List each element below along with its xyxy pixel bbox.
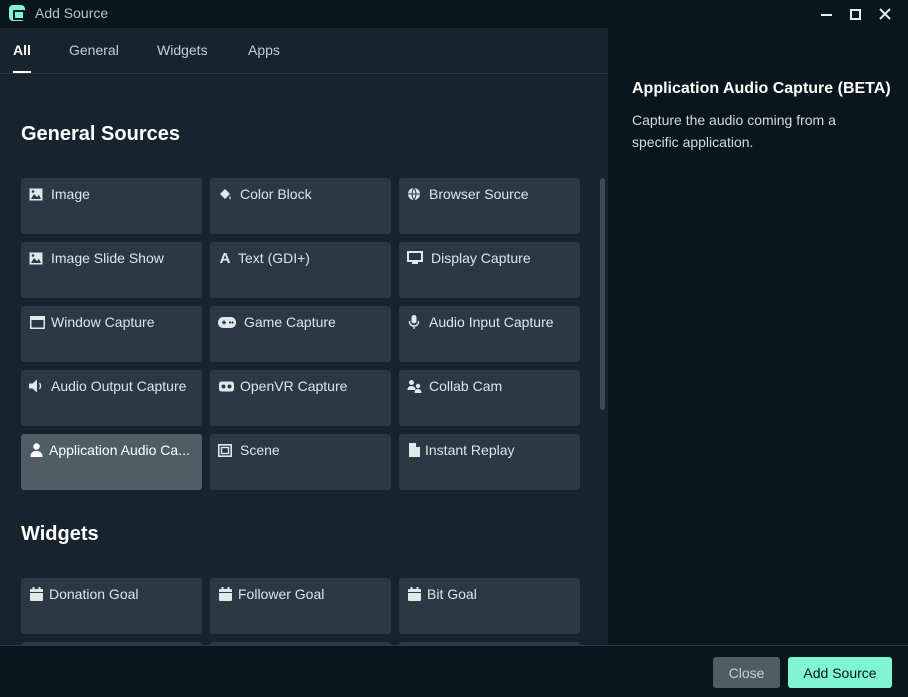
title-bar: Add Source — [0, 0, 908, 28]
widgets-heading: Widgets — [21, 523, 99, 545]
calendar-icon — [29, 587, 43, 601]
source-card-game-capture[interactable]: Game Capture — [210, 306, 391, 362]
source-card-openvr-capture[interactable]: OpenVR Capture — [210, 370, 391, 426]
source-card-label: Application Audio Ca... — [49, 442, 190, 458]
paint-bucket-icon — [218, 187, 232, 201]
window-icon — [29, 315, 45, 329]
source-card-application-audio-capture[interactable]: Application Audio Ca... — [21, 434, 202, 490]
close-icon — [879, 8, 891, 20]
add-source-button[interactable]: Add Source — [788, 657, 892, 688]
source-card-label: Game Capture — [244, 314, 336, 330]
tab-widgets[interactable]: Widgets — [157, 42, 208, 58]
source-card-label: Browser Source — [429, 186, 529, 202]
source-card-label: Collab Cam — [429, 378, 503, 394]
source-card-label: Instant Replay — [425, 442, 515, 458]
globe-icon — [407, 187, 421, 201]
source-card-label: Audio Output Capture — [51, 378, 187, 394]
source-card-label: Color Block — [240, 186, 312, 202]
source-card-audio-output-capture[interactable]: Audio Output Capture — [21, 370, 202, 426]
widget-card-donation-goal[interactable]: Donation Goal — [21, 578, 202, 634]
source-card-scene[interactable]: Scene — [210, 434, 391, 490]
scrollbar-thumb[interactable] — [600, 178, 605, 410]
source-card-image-slide-show[interactable]: Image Slide Show — [21, 242, 202, 298]
minimize-button[interactable] — [811, 0, 841, 28]
source-detail-panel: Application Audio Capture (BETA) Capture… — [608, 28, 908, 645]
source-card-label: Image — [51, 186, 90, 202]
source-card-label: OpenVR Capture — [240, 378, 348, 394]
calendar-icon — [407, 587, 421, 601]
window-title: Add Source — [35, 5, 109, 21]
close-button[interactable]: Close — [713, 657, 780, 688]
source-card-label: Audio Input Capture — [429, 314, 554, 330]
footer-bar: Close Add Source — [0, 645, 908, 697]
source-card-label: Scene — [240, 442, 280, 458]
users-icon — [407, 379, 423, 393]
speaker-icon — [29, 379, 45, 393]
source-card-text-gdi[interactable]: A Text (GDI+) — [210, 242, 391, 298]
source-list-panel: All General Widgets Apps General Sources… — [0, 28, 608, 645]
source-card-label: Display Capture — [431, 250, 531, 266]
widget-card-bit-goal[interactable]: Bit Goal — [399, 578, 580, 634]
source-card-label: Image Slide Show — [51, 250, 164, 266]
tab-bar: All General Widgets Apps — [0, 28, 608, 74]
tab-all[interactable]: All — [13, 42, 31, 73]
detail-title: Application Audio Capture (BETA) — [632, 80, 891, 97]
source-card-label: Window Capture — [51, 314, 155, 330]
tab-general[interactable]: General — [69, 42, 119, 58]
file-icon — [407, 443, 421, 457]
app-logo-icon — [9, 5, 25, 21]
source-card-instant-replay[interactable]: Instant Replay — [399, 434, 580, 490]
source-card-label: Follower Goal — [238, 586, 325, 602]
scene-icon — [218, 443, 232, 457]
maximize-icon — [849, 8, 861, 20]
source-card-collab-cam[interactable]: Collab Cam — [399, 370, 580, 426]
source-card-audio-input-capture[interactable]: Audio Input Capture — [399, 306, 580, 362]
source-card-browser-source[interactable]: Browser Source — [399, 178, 580, 234]
general-sources-heading: General Sources — [21, 123, 180, 145]
vr-headset-icon — [218, 379, 234, 393]
maximize-button[interactable] — [840, 0, 870, 28]
microphone-icon — [407, 315, 421, 329]
gamepad-icon — [218, 315, 236, 329]
image-icon — [29, 187, 43, 201]
source-card-color-block[interactable]: Color Block — [210, 178, 391, 234]
source-card-label: Text (GDI+) — [238, 250, 310, 266]
tab-apps[interactable]: Apps — [248, 42, 280, 58]
minimize-icon — [820, 14, 832, 16]
calendar-icon — [218, 587, 232, 601]
detail-description: Capture the audio coming from a specific… — [632, 112, 836, 150]
source-card-label: Bit Goal — [427, 586, 477, 602]
monitor-icon — [407, 251, 423, 265]
widget-card-follower-goal[interactable]: Follower Goal — [210, 578, 391, 634]
source-card-label: Donation Goal — [49, 586, 139, 602]
source-card-window-capture[interactable]: Window Capture — [21, 306, 202, 362]
text-icon: A — [219, 249, 231, 267]
source-card-image[interactable]: Image — [21, 178, 202, 234]
user-icon — [29, 443, 43, 457]
close-window-button[interactable] — [870, 0, 900, 28]
source-card-display-capture[interactable]: Display Capture — [399, 242, 580, 298]
image-icon — [29, 251, 43, 265]
